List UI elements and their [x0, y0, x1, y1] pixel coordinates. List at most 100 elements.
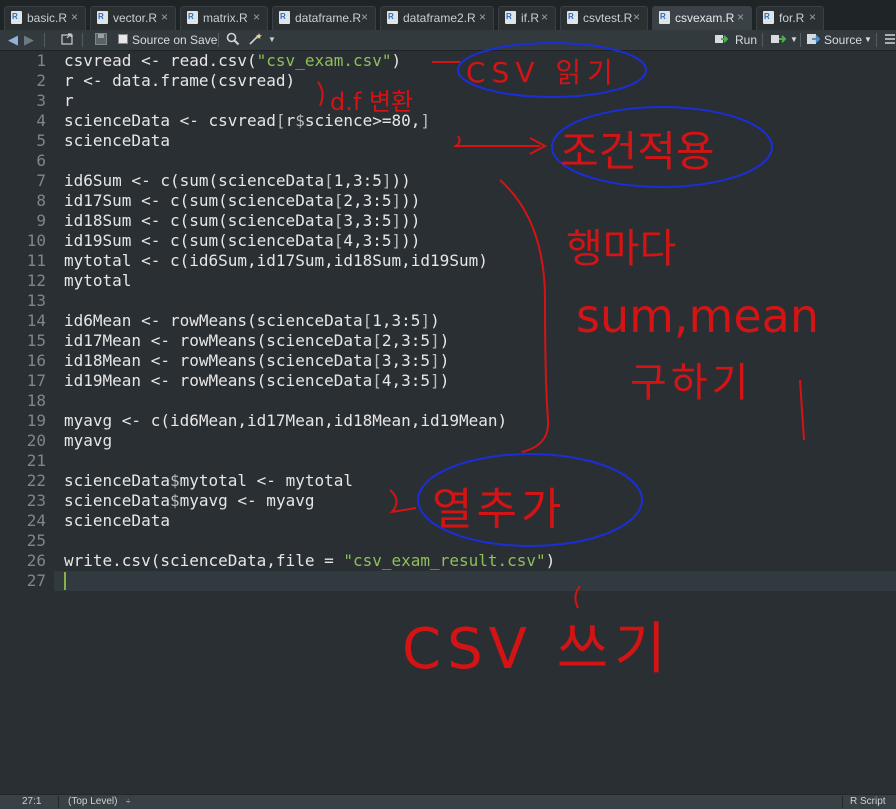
magic-wand-icon[interactable]	[248, 32, 264, 48]
rerun-icon[interactable]	[770, 32, 788, 48]
code-line[interactable]: mytotal <- c(id6Sum,id17Sum,id18Sum,id19…	[64, 251, 488, 271]
r-file-icon	[187, 11, 198, 24]
source-button[interactable]: Source	[824, 32, 862, 48]
search-icon[interactable]	[226, 32, 240, 48]
chevron-down-icon[interactable]: ▼	[268, 32, 276, 48]
tab-vector[interactable]: vector.R ×	[90, 6, 176, 30]
close-icon[interactable]: ×	[161, 10, 168, 24]
line-number: 3	[36, 91, 46, 110]
tab-dataframe2[interactable]: dataframe2.R ×	[380, 6, 494, 30]
line-number: 21	[26, 451, 46, 470]
code-line[interactable]: scienceData	[64, 131, 170, 151]
tab-csvexam[interactable]: csvexam.R ×	[652, 6, 752, 30]
tab-dataframe[interactable]: dataframe.R ×	[272, 6, 376, 30]
close-icon[interactable]: ×	[361, 10, 368, 24]
code-line[interactable]: scienceData$mytotal <- mytotal	[64, 471, 353, 491]
status-divider	[58, 796, 59, 808]
close-icon[interactable]: ×	[541, 10, 548, 24]
r-file-icon	[567, 11, 578, 24]
line-number: 18	[26, 391, 46, 410]
line-number: 15	[26, 331, 46, 350]
tab-label: csvtest.R	[583, 11, 633, 25]
back-arrow-icon[interactable]: ◀	[8, 32, 18, 48]
tab-label: matrix.R	[203, 11, 248, 25]
code-line[interactable]: id6Mean <- rowMeans(scienceData[1,3:5])	[64, 311, 440, 331]
code-line[interactable]: id19Sum <- c(sum(scienceData[4,3:5]))	[64, 231, 420, 251]
close-icon[interactable]: ×	[633, 10, 640, 24]
chevron-updown-icon[interactable]: ÷	[126, 795, 130, 809]
line-number: 9	[36, 211, 46, 230]
code-line[interactable]: id18Mean <- rowMeans(scienceData[3,3:5])	[64, 351, 449, 371]
toolbar-divider	[800, 33, 801, 47]
status-divider	[842, 796, 843, 808]
code-line[interactable]: scienceData$myavg <- myavg	[64, 491, 314, 511]
code-line[interactable]: r	[64, 91, 74, 111]
toolbar-divider	[82, 33, 83, 47]
line-number: 11	[26, 251, 46, 270]
close-icon[interactable]: ×	[71, 10, 78, 24]
line-number: 8	[36, 191, 46, 210]
line-number: 13	[26, 291, 46, 310]
tab-if[interactable]: if.R ×	[498, 6, 556, 30]
outline-icon[interactable]	[884, 32, 896, 48]
save-icon[interactable]	[94, 32, 108, 48]
code-line[interactable]: id6Sum <- c(sum(scienceData[1,3:5]))	[64, 171, 411, 191]
line-number: 19	[26, 411, 46, 430]
code-line[interactable]: mytotal	[64, 271, 131, 291]
r-file-icon	[659, 11, 670, 24]
code-editor[interactable]: 1 2 3 4 5 6 7 8 9 10 11 12 13 14 15 16 17 18 19 20 21 22 23 24 2…	[0, 51, 896, 794]
tab-basic[interactable]: basic.R ×	[4, 6, 86, 30]
close-icon[interactable]: ×	[253, 10, 260, 24]
code-line[interactable]: csvread <- read.csv("csv_exam.csv")	[64, 51, 401, 71]
code-line[interactable]: id18Sum <- c(sum(scienceData[3,3:5]))	[64, 211, 420, 231]
close-icon[interactable]: ×	[479, 10, 486, 24]
line-number: 2	[36, 71, 46, 90]
r-file-icon	[279, 11, 290, 24]
line-number: 24	[26, 511, 46, 530]
tab-label: vector.R	[113, 11, 158, 25]
chevron-down-icon[interactable]: ▼	[864, 32, 872, 48]
line-number: 12	[26, 271, 46, 290]
line-number: 26	[26, 551, 46, 570]
source-on-save-checkbox[interactable]	[118, 34, 128, 44]
source-icon[interactable]	[806, 32, 821, 48]
tab-label: basic.R	[27, 11, 68, 25]
current-line-highlight	[0, 571, 896, 591]
code-line[interactable]: scienceData <- csvread[r$science>=80,]	[64, 111, 430, 131]
tab-for[interactable]: for.R ×	[756, 6, 824, 30]
code-line[interactable]: scienceData	[64, 511, 170, 531]
tab-matrix[interactable]: matrix.R ×	[180, 6, 268, 30]
tab-label: for.R	[779, 11, 805, 25]
code-line[interactable]: id17Mean <- rowMeans(scienceData[2,3:5])	[64, 331, 449, 351]
code-line[interactable]: r <- data.frame(csvread)	[64, 71, 295, 91]
r-file-icon	[11, 11, 22, 24]
line-number: 4	[36, 111, 46, 130]
toolbar-divider	[44, 33, 45, 47]
line-number: 16	[26, 351, 46, 370]
text-cursor	[64, 572, 66, 590]
code-line[interactable]: write.csv(scienceData,file = "csv_exam_r…	[64, 551, 555, 571]
cursor-position: 27:1	[22, 796, 42, 807]
run-button[interactable]: Run	[735, 32, 757, 48]
line-number: 20	[26, 431, 46, 450]
toolbar-divider	[762, 33, 763, 47]
code-line[interactable]: id19Mean <- rowMeans(scienceData[4,3:5])	[64, 371, 449, 391]
line-number: 22	[26, 471, 46, 490]
code-line[interactable]: myavg <- c(id6Mean,id17Mean,id18Mean,id1…	[64, 411, 507, 431]
tab-csvtest[interactable]: csvtest.R ×	[560, 6, 648, 30]
toolbar-divider	[218, 33, 219, 47]
editor-tab-bar: basic.R × vector.R × matrix.R × datafram…	[0, 0, 896, 31]
file-type-selector[interactable]: R Script	[850, 795, 886, 809]
show-in-window-icon[interactable]	[60, 32, 74, 48]
line-number-gutter: 1 2 3 4 5 6 7 8 9 10 11 12 13 14 15 16 17 18 19 20 21 22 23 24 2…	[0, 51, 54, 794]
tab-label: dataframe2.R	[403, 11, 476, 25]
run-icon[interactable]	[714, 32, 729, 48]
scope-selector[interactable]: (Top Level)	[68, 795, 117, 809]
close-icon[interactable]: ×	[809, 10, 816, 24]
chevron-down-icon[interactable]: ▼	[790, 32, 798, 48]
line-number: 27	[26, 571, 46, 590]
code-line[interactable]: myavg	[64, 431, 112, 451]
close-icon[interactable]: ×	[737, 10, 744, 24]
code-line[interactable]: id17Sum <- c(sum(scienceData[2,3:5]))	[64, 191, 420, 211]
forward-arrow-icon[interactable]: ▶	[24, 32, 34, 48]
